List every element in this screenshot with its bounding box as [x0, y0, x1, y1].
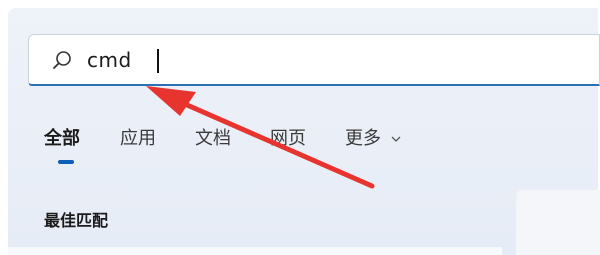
chevron-down-icon: [391, 136, 401, 142]
text-caret: [157, 49, 159, 73]
best-match-result[interactable]: [8, 247, 502, 255]
search-icon: [53, 51, 71, 69]
best-match-heading: 最佳匹配: [44, 211, 109, 230]
search-input[interactable]: cmd: [87, 45, 132, 75]
tab-documents[interactable]: 文档: [195, 124, 231, 150]
active-tab-indicator: [58, 160, 74, 164]
search-box[interactable]: cmd: [28, 34, 600, 86]
tab-web[interactable]: 网页: [270, 124, 306, 150]
tab-all[interactable]: 全部: [44, 124, 80, 150]
tab-more-label: 更多: [345, 128, 381, 149]
tab-more[interactable]: 更多: [345, 124, 402, 150]
tab-apps[interactable]: 应用: [120, 124, 156, 150]
preview-pane: [516, 190, 600, 255]
